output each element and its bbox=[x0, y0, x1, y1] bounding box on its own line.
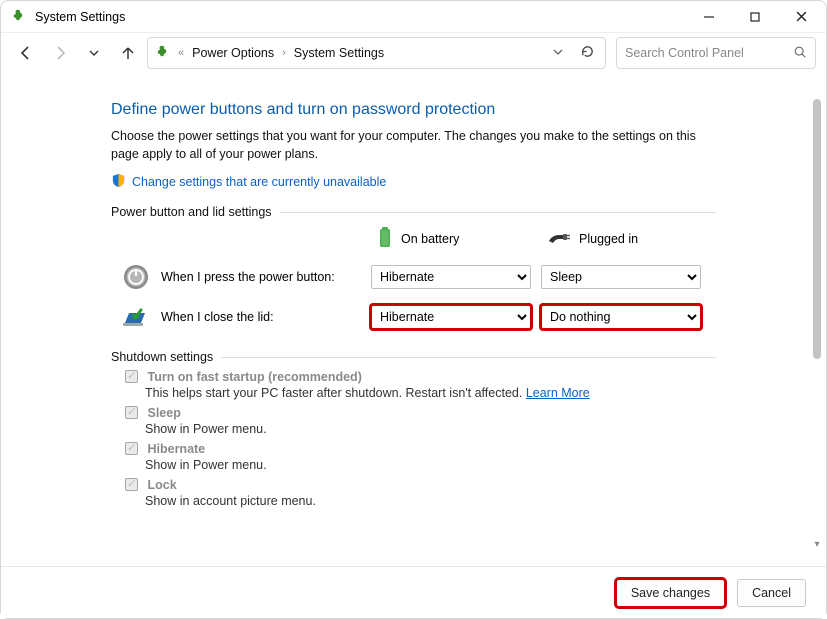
hibernate-label: Hibernate bbox=[147, 442, 205, 456]
search-box[interactable]: Search Control Panel bbox=[616, 37, 816, 69]
close-button[interactable] bbox=[778, 1, 824, 33]
sleep-checkbox[interactable] bbox=[125, 406, 138, 419]
divider bbox=[280, 212, 716, 213]
app-icon bbox=[11, 9, 27, 25]
page-heading: Define power buttons and turn on passwor… bbox=[111, 101, 716, 119]
fast-startup-label: Turn on fast startup (recommended) bbox=[147, 370, 361, 384]
laptop-lid-icon bbox=[121, 302, 151, 332]
up-button[interactable] bbox=[113, 38, 143, 68]
minimize-button[interactable] bbox=[686, 1, 732, 33]
column-on-battery: On battery bbox=[371, 225, 531, 252]
recent-dropdown-button[interactable] bbox=[79, 38, 109, 68]
lock-desc: Show in account picture menu. bbox=[145, 494, 716, 508]
cancel-button[interactable]: Cancel bbox=[737, 579, 806, 607]
scrollbar-thumb[interactable] bbox=[813, 99, 821, 359]
shield-icon bbox=[111, 173, 126, 191]
hibernate-desc: Show in Power menu. bbox=[145, 458, 716, 472]
content-area: Define power buttons and turn on passwor… bbox=[1, 77, 826, 566]
address-dropdown-icon[interactable] bbox=[546, 46, 570, 61]
breadcrumb-prefix: « bbox=[178, 47, 184, 59]
vertical-scrollbar[interactable]: ▾ bbox=[810, 93, 824, 551]
page-description: Choose the power settings that you want … bbox=[111, 127, 716, 163]
fast-startup-desc: This helps start your PC faster after sh… bbox=[145, 386, 716, 400]
back-button[interactable] bbox=[11, 38, 41, 68]
hibernate-checkbox[interactable] bbox=[125, 442, 138, 455]
window-title: System Settings bbox=[35, 10, 125, 24]
breadcrumb-power-options[interactable]: Power Options bbox=[190, 44, 276, 62]
address-bar[interactable]: « Power Options › System Settings bbox=[147, 37, 606, 69]
section-shutdown-settings: Shutdown settings bbox=[111, 350, 213, 364]
search-icon bbox=[793, 45, 807, 62]
plug-icon bbox=[547, 229, 571, 248]
sleep-label: Sleep bbox=[147, 406, 180, 420]
battery-icon bbox=[377, 225, 393, 252]
power-options-icon bbox=[154, 44, 172, 62]
nav-bar: « Power Options › System Settings Search… bbox=[1, 33, 826, 73]
row-close-lid: When I close the lid: bbox=[121, 302, 361, 332]
scrollbar-down-arrow[interactable]: ▾ bbox=[810, 537, 824, 551]
column-plugged-in: Plugged in bbox=[541, 229, 701, 248]
chevron-right-icon: › bbox=[282, 47, 286, 59]
sleep-desc: Show in Power menu. bbox=[145, 422, 716, 436]
title-bar: System Settings bbox=[1, 1, 826, 33]
forward-button[interactable] bbox=[45, 38, 75, 68]
lock-label: Lock bbox=[147, 478, 176, 492]
search-placeholder: Search Control Panel bbox=[625, 46, 793, 60]
power-button-plugged-in-select[interactable]: Sleep bbox=[541, 265, 701, 289]
divider bbox=[221, 357, 716, 358]
row-power-button: When I press the power button: bbox=[121, 262, 361, 292]
refresh-button[interactable] bbox=[576, 44, 599, 62]
maximize-button[interactable] bbox=[732, 1, 778, 33]
change-settings-link[interactable]: Change settings that are currently unava… bbox=[132, 175, 386, 189]
power-button-icon bbox=[121, 262, 151, 292]
close-lid-on-battery-select[interactable]: Hibernate bbox=[371, 305, 531, 329]
bottom-bar: Save changes Cancel bbox=[1, 566, 826, 618]
save-changes-button[interactable]: Save changes bbox=[616, 579, 725, 607]
breadcrumb-system-settings[interactable]: System Settings bbox=[292, 44, 386, 62]
section-power-button-lid: Power button and lid settings bbox=[111, 205, 272, 219]
power-button-on-battery-select[interactable]: Hibernate bbox=[371, 265, 531, 289]
learn-more-link[interactable]: Learn More bbox=[526, 386, 590, 400]
fast-startup-checkbox[interactable] bbox=[125, 370, 138, 383]
lock-checkbox[interactable] bbox=[125, 478, 138, 491]
close-lid-plugged-in-select[interactable]: Do nothing bbox=[541, 305, 701, 329]
